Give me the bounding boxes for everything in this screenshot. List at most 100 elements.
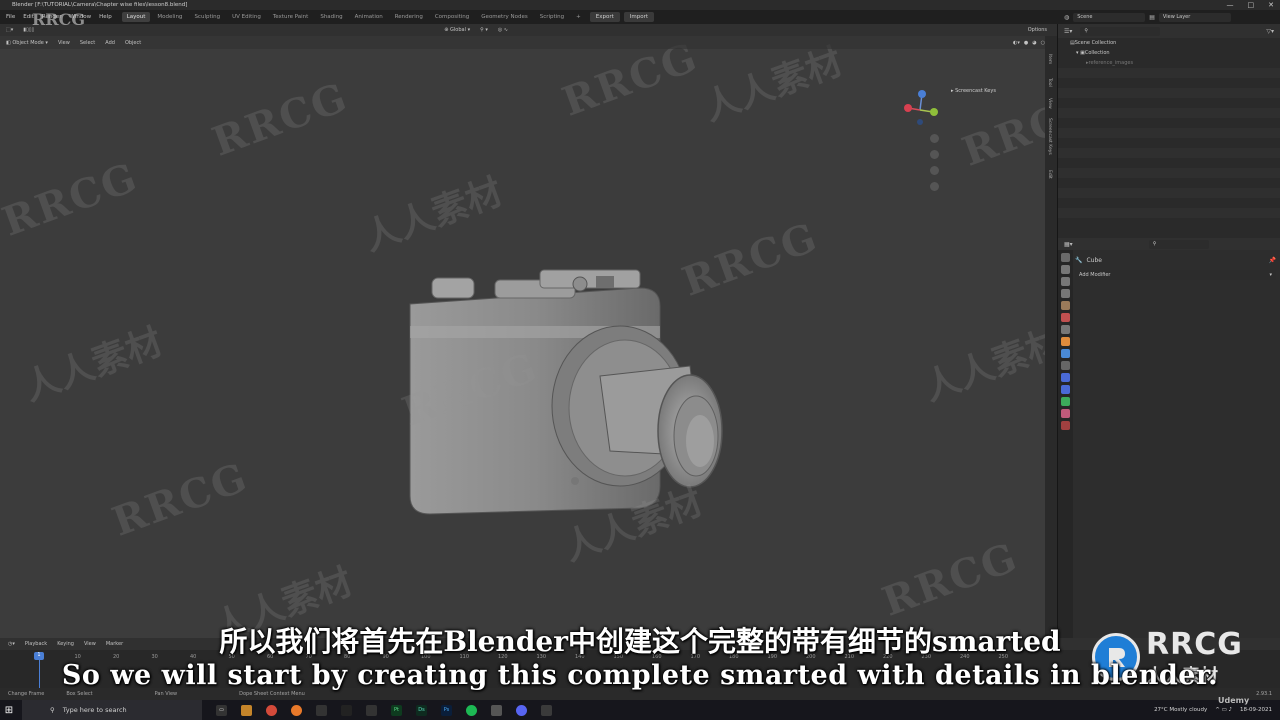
- object-tab-icon[interactable]: [1061, 337, 1070, 346]
- maximize-button[interactable]: □: [1248, 0, 1255, 10]
- media-icon[interactable]: [316, 704, 327, 716]
- photoshop-icon[interactable]: Ps: [441, 704, 452, 716]
- taskbar-search-input[interactable]: ⚲ Type here to search: [22, 700, 202, 720]
- tab-sculpting[interactable]: Sculpting: [189, 12, 225, 22]
- ntab-item[interactable]: Item: [1047, 54, 1052, 64]
- overlay-icon[interactable]: ◐▾: [1013, 40, 1020, 46]
- zoom-icon[interactable]: [930, 134, 939, 143]
- viewport-menu-select[interactable]: Select: [80, 40, 95, 46]
- scene-tab-icon[interactable]: [1061, 301, 1070, 310]
- import-button[interactable]: Import: [623, 12, 655, 22]
- outliner-reference-images[interactable]: ▸ reference_images: [1058, 58, 1280, 68]
- tab-shading[interactable]: Shading: [315, 12, 347, 22]
- tab-animation[interactable]: Animation: [350, 12, 388, 22]
- settings-icon[interactable]: [366, 704, 377, 716]
- outliner-search-input[interactable]: ⚲: [1080, 26, 1161, 36]
- properties-search-input[interactable]: ⚲: [1148, 239, 1209, 249]
- windows-start-icon[interactable]: ⊞: [0, 705, 18, 716]
- material-tab-icon[interactable]: [1061, 409, 1070, 418]
- options-dropdown[interactable]: Options: [1028, 27, 1047, 33]
- camera-view-icon[interactable]: [930, 166, 939, 175]
- view-layer-tab-icon[interactable]: [1061, 289, 1070, 298]
- collection-tab-icon[interactable]: [1061, 325, 1070, 334]
- scene-field[interactable]: Scene: [1073, 12, 1146, 22]
- camera-model: [409, 269, 723, 515]
- proportional-icon[interactable]: ◎ ∿: [498, 27, 508, 33]
- designer-icon[interactable]: Ds: [416, 704, 427, 716]
- shading-buttons[interactable]: ◐▾ ● ◕ ○: [1013, 40, 1045, 46]
- tab-uv-editing[interactable]: UV Editing: [227, 12, 266, 22]
- window-title: Blender [F:\TUTORIAL\Camera\Chapter wise…: [12, 2, 188, 8]
- object-name-row: 🔧 Cube 📌: [1075, 254, 1276, 266]
- outliner-panel: ☰▾ ⚲ ▽▾ ▤ Scene Collection ▾ ▣ Collectio…: [1057, 24, 1280, 238]
- file-explorer-icon[interactable]: [241, 704, 252, 716]
- outliner-type-icon[interactable]: ☰▾: [1064, 28, 1072, 35]
- ntab-tool[interactable]: Tool: [1047, 78, 1052, 87]
- minimize-button[interactable]: —: [1227, 0, 1234, 10]
- editor-type-icon[interactable]: ⬚▾: [6, 27, 13, 33]
- tab-geometry-nodes[interactable]: Geometry Nodes: [476, 12, 532, 22]
- pin-icon[interactable]: 📌: [1269, 257, 1276, 264]
- data-tab-icon[interactable]: [1061, 397, 1070, 406]
- tab-texture-paint[interactable]: Texture Paint: [268, 12, 314, 22]
- screencast-label: Screencast Keys: [955, 88, 996, 94]
- tab-layout[interactable]: Layout: [121, 12, 151, 22]
- view-layer-field[interactable]: View Layer: [1158, 12, 1231, 22]
- outliner-scene-collection[interactable]: ▤ Scene Collection: [1058, 38, 1280, 48]
- scene-icon: ◍: [1064, 13, 1070, 21]
- particles-tab-icon[interactable]: [1061, 361, 1070, 370]
- transform-orientation[interactable]: ⊕ Global ▾: [444, 27, 470, 33]
- menu-help[interactable]: Help: [99, 14, 112, 20]
- blender-icon[interactable]: [291, 704, 302, 716]
- 3d-viewport[interactable]: RRCG RRCG RRCG RRCG RRCG RRCG RRCG RRCG …: [0, 33, 1104, 649]
- tab-scripting[interactable]: Scripting: [535, 12, 569, 22]
- add-workspace-icon[interactable]: +: [571, 12, 586, 22]
- tab-rendering[interactable]: Rendering: [390, 12, 428, 22]
- tab-compositing[interactable]: Compositing: [430, 12, 474, 22]
- properties-type-icon[interactable]: ▦▾: [1064, 241, 1073, 248]
- physics-tab-icon[interactable]: [1061, 373, 1070, 382]
- tool-tab-icon[interactable]: [1061, 253, 1070, 262]
- pan-hand-icon[interactable]: [930, 150, 939, 159]
- viewport-menu-add[interactable]: Add: [105, 40, 115, 46]
- modifier-tab-icon[interactable]: [1061, 349, 1070, 358]
- viewport-menu-object[interactable]: Object: [125, 40, 141, 46]
- ntab-screencast[interactable]: Screencast Keys: [1047, 118, 1052, 155]
- solid-shading-icon[interactable]: ●: [1024, 40, 1028, 46]
- task-view-icon[interactable]: ▭: [216, 704, 227, 716]
- spotify-icon[interactable]: [466, 704, 477, 716]
- mode-dropdown[interactable]: ◧ Object Mode ▾: [6, 40, 48, 46]
- discord-icon[interactable]: [516, 704, 527, 716]
- ntab-view[interactable]: View: [1047, 98, 1052, 109]
- render-tab-icon[interactable]: [1061, 265, 1070, 274]
- filter-icon[interactable]: ▽▾: [1266, 28, 1274, 35]
- viewport-menu-view[interactable]: View: [58, 40, 70, 46]
- unreal-icon[interactable]: [341, 704, 352, 716]
- navigation-gizmo[interactable]: [900, 88, 940, 128]
- world-tab-icon[interactable]: [1061, 313, 1070, 322]
- system-tray: 27°C Mostly cloudy ^ ▭ ♪ 18-09-2021: [1154, 700, 1272, 720]
- tray-icons[interactable]: ^ ▭ ♪: [1215, 707, 1232, 713]
- painter-icon[interactable]: Pt: [391, 704, 402, 716]
- tab-modeling[interactable]: Modeling: [152, 12, 187, 22]
- screencast-keys-header[interactable]: ▸ Screencast Keys: [951, 88, 996, 94]
- constraints-tab-icon[interactable]: [1061, 385, 1070, 394]
- clock-date[interactable]: 18-09-2021: [1240, 707, 1272, 713]
- material-shading-icon[interactable]: ◕: [1032, 40, 1036, 46]
- outliner-collection[interactable]: ▾ ▣ Collection: [1058, 48, 1280, 58]
- ntab-edit[interactable]: Edit: [1047, 170, 1052, 179]
- texture-tab-icon[interactable]: [1061, 421, 1070, 430]
- notes-icon[interactable]: [541, 704, 552, 716]
- close-button[interactable]: ✕: [1268, 0, 1274, 10]
- export-button[interactable]: Export: [589, 12, 620, 22]
- output-tab-icon[interactable]: [1061, 277, 1070, 286]
- snap-icon[interactable]: ⚲ ▾: [480, 27, 488, 33]
- weather-text[interactable]: 27°C Mostly cloudy: [1154, 707, 1207, 713]
- menu-file[interactable]: File: [6, 14, 15, 20]
- grid-view-icon[interactable]: [930, 182, 939, 191]
- window-titlebar: Blender [F:\TUTORIAL\Camera\Chapter wise…: [0, 0, 1280, 10]
- viewport-nav-icons: [930, 134, 939, 191]
- chrome-icon[interactable]: [266, 704, 277, 716]
- add-modifier-dropdown[interactable]: Add Modifier ▾: [1075, 270, 1276, 280]
- app-icon[interactable]: [491, 704, 502, 716]
